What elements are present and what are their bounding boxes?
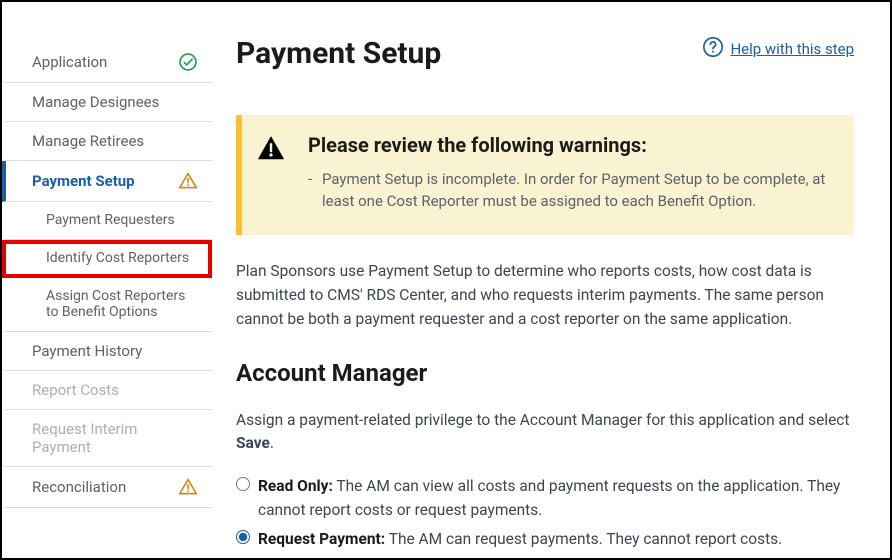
nav-item-label: Manage Designees <box>32 93 159 111</box>
nav-item-label: Application <box>32 53 107 71</box>
nav-item-manage-designees[interactable]: Manage Designees <box>2 83 212 122</box>
radio-request-payment[interactable] <box>236 530 250 544</box>
nav-item-reconciliation[interactable]: Reconciliation <box>2 467 212 508</box>
nav-item-report-costs: Report Costs <box>2 371 212 410</box>
warning-alert: Please review the following warnings: Pa… <box>236 115 854 235</box>
nav-sub-identify-cost-reporters[interactable]: Identify Cost Reporters <box>2 240 212 278</box>
question-circle-icon <box>702 36 724 62</box>
nav-item-label: Request Interim Payment <box>32 420 198 456</box>
nav-item-request-interim-payment: Request Interim Payment <box>2 410 212 467</box>
nav-item-payment-setup[interactable]: Payment Setup <box>2 161 212 202</box>
help-link[interactable]: Help with this step <box>702 36 854 62</box>
sidebar-nav: Application Manage Designees Manage Reti… <box>2 2 212 558</box>
radio-read-only[interactable] <box>236 477 250 491</box>
nav-item-label: Report Costs <box>32 381 119 399</box>
nav-item-application[interactable]: Application <box>2 42 212 83</box>
section-intro: Assign a payment-related privilege to th… <box>236 409 854 456</box>
page-title: Payment Setup <box>236 36 441 71</box>
alert-triangle-icon <box>256 133 286 167</box>
nav-item-label: Identify Cost Reporters <box>46 250 189 267</box>
nav-sub-assign-cost-reporters[interactable]: Assign Cost Reporters to Benefit Options <box>2 278 212 333</box>
radio-option-request-payment[interactable]: Request Payment: The AM can request paym… <box>236 526 854 551</box>
nav-item-label: Assign Cost Reporters to Benefit Options <box>46 288 198 322</box>
nav-item-label: Manage Retirees <box>32 132 144 150</box>
nav-item-manage-retirees[interactable]: Manage Retirees <box>2 122 212 161</box>
radio-option-report-costs[interactable]: Report Costs: The AM can report costs. T… <box>236 555 854 558</box>
page-description: Plan Sponsors use Payment Setup to deter… <box>236 259 854 331</box>
nav-item-label: Payment History <box>32 342 142 360</box>
nav-sub-payment-requesters[interactable]: Payment Requesters <box>2 202 212 240</box>
nav-item-label: Payment Requesters <box>46 212 175 229</box>
warning-triangle-icon <box>178 171 198 191</box>
warning-triangle-icon <box>178 477 198 497</box>
nav-item-label: Payment Setup <box>32 172 135 190</box>
main-content: Payment Setup Help with this step Please… <box>212 2 890 558</box>
nav-item-payment-history[interactable]: Payment History <box>2 332 212 371</box>
help-link-label: Help with this step <box>730 40 854 58</box>
radio-group-am-privilege: Read Only: The AM can view all costs and… <box>236 473 854 558</box>
radio-option-read-only[interactable]: Read Only: The AM can view all costs and… <box>236 473 854 522</box>
warning-title: Please review the following warnings: <box>308 133 826 157</box>
section-account-manager-title: Account Manager <box>236 359 854 387</box>
check-circle-icon <box>178 52 198 72</box>
nav-item-label: Reconciliation <box>32 478 126 496</box>
warning-item: Payment Setup is incomplete. In order fo… <box>308 169 826 213</box>
